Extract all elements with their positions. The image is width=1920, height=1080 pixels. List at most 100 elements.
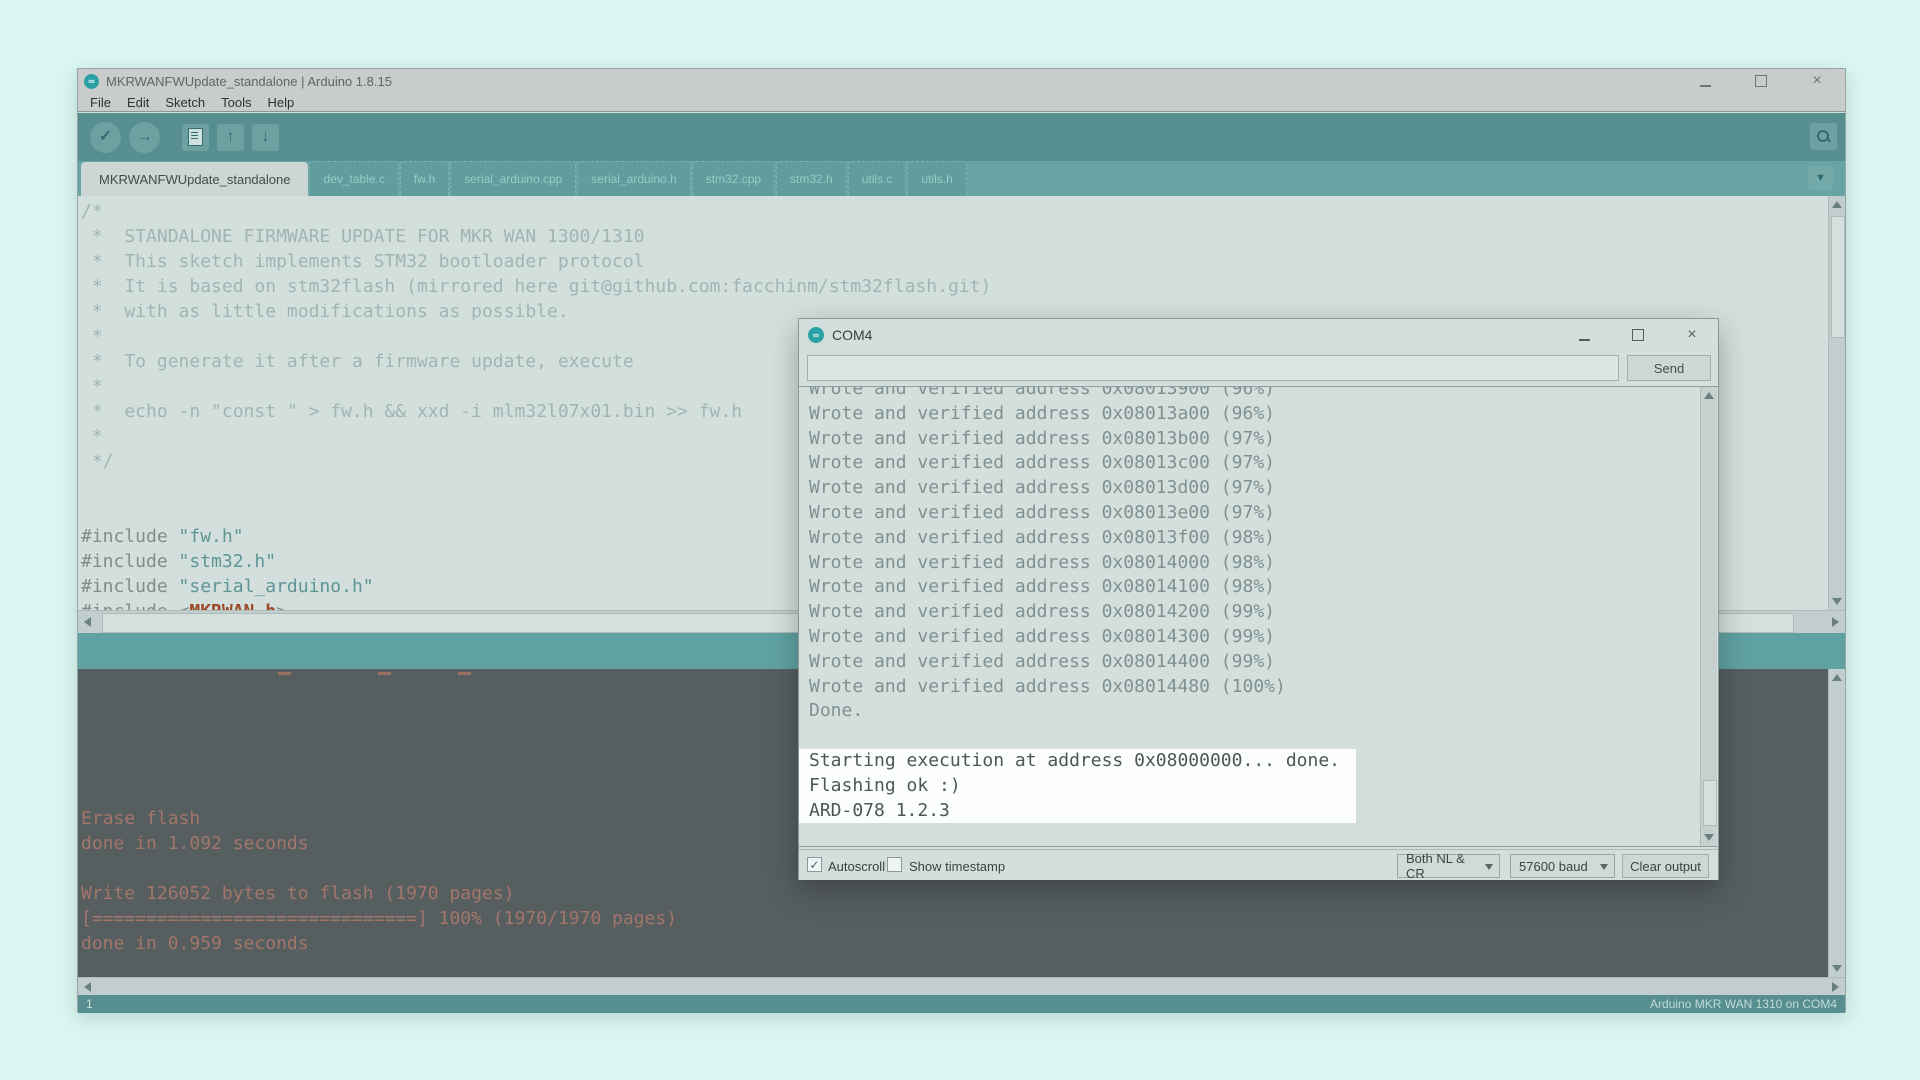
scroll-up-icon: [1832, 674, 1842, 681]
console-vertical-scrollbar[interactable]: [1828, 669, 1845, 977]
code-line: * STANDALONE FIRMWARE UPDATE FOR MKR WAN…: [81, 224, 1830, 249]
scroll-down-icon: [1832, 965, 1842, 972]
menu-file[interactable]: File: [82, 95, 119, 110]
menu-tools[interactable]: Tools: [213, 95, 259, 110]
tab-utils.c[interactable]: utils.c: [848, 161, 907, 196]
arrow-down-icon: ↓: [262, 129, 270, 145]
serial-line: Wrote and verified address 0x08013f00 (9…: [799, 526, 1718, 551]
close-button[interactable]: ×: [1684, 327, 1700, 343]
serial-line: Wrote and verified address 0x08013b00 (9…: [799, 427, 1718, 452]
maximize-icon: [1755, 75, 1767, 87]
status-bar: 1 Arduino MKR WAN 1310 on COM4: [78, 995, 1845, 1013]
baud-rate-dropdown[interactable]: 57600 baud: [1510, 854, 1615, 878]
menu-sketch[interactable]: Sketch: [157, 95, 213, 110]
serial-line-selected: ARD-078 1.2.3: [799, 799, 1356, 824]
menu-help[interactable]: Help: [259, 95, 302, 110]
maximize-icon: [1632, 329, 1644, 341]
toolbar: ✓ → ↑ ↓: [78, 113, 1845, 161]
verify-button[interactable]: ✓: [90, 122, 121, 153]
serial-text: Wrote and verified address 0x08013900 (9…: [799, 386, 1718, 823]
serial-line-selected: Starting execution at address 0x08000000…: [799, 749, 1356, 774]
title-bar: ∞ MKRWANFWUpdate_standalone | Arduino 1.…: [78, 69, 1845, 93]
serial-line: Wrote and verified address 0x08013d00 (9…: [799, 476, 1718, 501]
scroll-up-icon: [1832, 201, 1842, 208]
tab-stm32.cpp[interactable]: stm32.cpp: [692, 161, 775, 196]
maximize-button[interactable]: [1753, 73, 1769, 89]
serial-line: Done.: [799, 699, 1718, 724]
new-sketch-button[interactable]: [182, 124, 209, 151]
clear-output-button[interactable]: Clear output: [1622, 854, 1709, 878]
scroll-right-icon: [1832, 617, 1839, 627]
clipped-text-remnant: [458, 672, 471, 675]
minimize-button[interactable]: [1697, 73, 1713, 89]
tab-MKRWANFWUpdate_standalone[interactable]: MKRWANFWUpdate_standalone: [81, 162, 308, 196]
code-line: /*: [81, 199, 1830, 224]
minimize-button[interactable]: [1576, 327, 1592, 343]
serial-send-input[interactable]: [807, 355, 1619, 381]
open-button[interactable]: ↑: [217, 124, 244, 151]
serial-bottom-bar: ✓ Autoscroll Show timestamp Both NL & CR…: [799, 849, 1718, 880]
menu-bar: FileEditSketchToolsHelp: [78, 93, 1845, 112]
serial-line: Wrote and verified address 0x08014000 (9…: [799, 551, 1718, 576]
autoscroll-checkbox[interactable]: ✓: [807, 857, 822, 872]
save-button[interactable]: ↓: [252, 124, 279, 151]
upload-button[interactable]: →: [129, 122, 160, 153]
console-line: [81, 956, 1830, 977]
scrollbar-thumb[interactable]: [1703, 780, 1717, 826]
tab-fw.h[interactable]: fw.h: [400, 161, 449, 196]
tab-stm32.h[interactable]: stm32.h: [776, 161, 847, 196]
tab-dev_table.c[interactable]: dev_table.c: [309, 161, 398, 196]
check-icon: ✓: [99, 129, 112, 145]
arduino-app-icon: ∞: [808, 327, 824, 343]
serial-line: Wrote and verified address 0x08014200 (9…: [799, 600, 1718, 625]
code-line: * This sketch implements STM32 bootloade…: [81, 249, 1830, 274]
scrollbar-thumb[interactable]: [1831, 216, 1845, 338]
serial-line: Wrote and verified address 0x08013c00 (9…: [799, 451, 1718, 476]
menu-edit[interactable]: Edit: [119, 95, 157, 110]
show-timestamp-label: Show timestamp: [909, 859, 1005, 874]
magnifier-icon: [1817, 130, 1831, 144]
console-horizontal-scrollbar[interactable]: [78, 977, 1845, 995]
serial-line: [799, 724, 1718, 749]
autoscroll-label: Autoscroll: [828, 859, 885, 874]
serial-line-selected: Flashing ok :): [799, 774, 1356, 799]
tab-serial_arduino.h[interactable]: serial_arduino.h: [577, 161, 690, 196]
serial-monitor-window: ∞ COM4 × Send Wrote and verified address…: [798, 318, 1719, 880]
show-timestamp-checkbox[interactable]: [887, 857, 902, 872]
tab-serial_arduino.cpp[interactable]: serial_arduino.cpp: [450, 161, 576, 196]
scroll-down-icon: [1832, 598, 1842, 605]
clipped-text-remnant: [378, 672, 391, 675]
serial-vertical-scrollbar[interactable]: [1700, 387, 1717, 846]
tab-bar: MKRWANFWUpdate_standalonedev_table.cfw.h…: [78, 161, 1845, 196]
send-button[interactable]: Send: [1627, 355, 1711, 381]
serial-window-title: COM4: [832, 327, 872, 343]
serial-line: Wrote and verified address 0x08013a00 (9…: [799, 402, 1718, 427]
window-title: MKRWANFWUpdate_standalone | Arduino 1.8.…: [106, 74, 392, 89]
scroll-down-icon: [1704, 834, 1714, 841]
maximize-button[interactable]: [1630, 327, 1646, 343]
document-icon: [188, 128, 203, 146]
tab-list-dropdown-button[interactable]: ▼: [1808, 166, 1833, 190]
editor-vertical-scrollbar[interactable]: [1828, 196, 1845, 610]
close-button[interactable]: ×: [1809, 73, 1825, 89]
serial-line: Wrote and verified address 0x08014100 (9…: [799, 575, 1718, 600]
serial-line: Wrote and verified address 0x08014300 (9…: [799, 625, 1718, 650]
arrow-right-icon: →: [137, 129, 153, 145]
line-ending-dropdown[interactable]: Both NL & CR: [1397, 854, 1500, 878]
serial-line: Wrote and verified address 0x08014400 (9…: [799, 650, 1718, 675]
serial-output-area[interactable]: Wrote and verified address 0x08013900 (9…: [799, 386, 1718, 847]
serial-monitor-button[interactable]: [1810, 123, 1837, 150]
clipped-text-remnant: [278, 672, 291, 675]
arrow-up-icon: ↑: [227, 129, 235, 145]
serial-line: Wrote and verified address 0x08013e00 (9…: [799, 501, 1718, 526]
line-number-indicator: 1: [86, 997, 93, 1011]
serial-line: Wrote and verified address 0x08014480 (1…: [799, 675, 1718, 700]
window-controls: ×: [1697, 73, 1845, 89]
serial-line: Wrote and verified address 0x08013900 (9…: [799, 386, 1718, 402]
scroll-left-icon: [84, 617, 91, 627]
tab-utils.h[interactable]: utils.h: [907, 161, 966, 196]
serial-title-bar: ∞ COM4 ×: [799, 319, 1718, 351]
console-line: Write 126052 bytes to flash (1970 pages): [81, 881, 1830, 906]
minimize-icon: [1700, 84, 1711, 87]
minimize-icon: [1579, 338, 1590, 341]
